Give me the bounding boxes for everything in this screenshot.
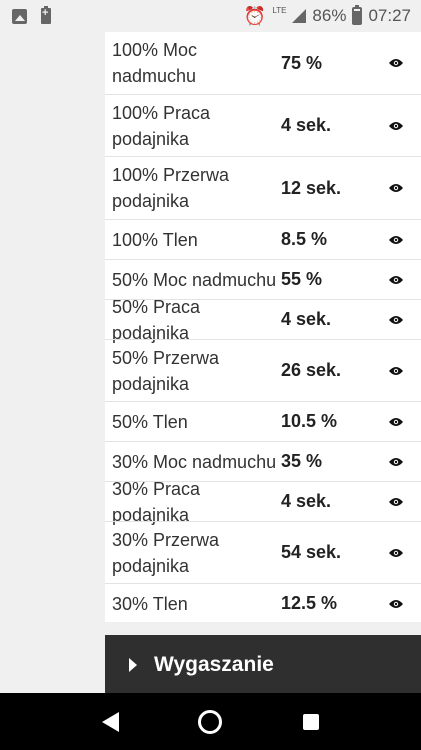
setting-row: 100% Przerwa podajnika 12 sek. [105, 156, 421, 219]
setting-label: 50% Moc nadmuchu [112, 269, 277, 290]
eye-icon[interactable] [389, 417, 403, 427]
alarm-icon: ⏰ [243, 5, 267, 26]
setting-row: 100% Tlen 8.5 % [105, 219, 421, 259]
setting-label: 30% Moc nadmuchu [112, 451, 277, 472]
eye-icon[interactable] [389, 548, 403, 558]
image-icon [12, 8, 27, 24]
setting-row: 30% Przerwa podajnika 54 sek. [105, 521, 421, 583]
settings-card: 100% Moc nadmuchu 75 % 100% Praca podajn… [105, 32, 421, 622]
setting-label: 50% Przerwa podajnika [112, 347, 220, 394]
home-icon [198, 709, 223, 734]
eye-icon[interactable] [389, 366, 403, 376]
setting-value: 55 % [281, 269, 323, 289]
section-title: Wygaszanie [154, 653, 274, 676]
status-bar: ⏰ LTE 86% 07:27 [0, 0, 421, 32]
setting-row: 100% Praca podajnika 4 sek. [105, 94, 421, 156]
eye-icon[interactable] [389, 497, 403, 507]
clock: 07:27 [368, 6, 411, 25]
setting-label: 30% Tlen [112, 593, 188, 614]
recents-icon [302, 713, 319, 730]
setting-label: 50% Tlen [112, 411, 188, 432]
setting-row: 30% Praca podajnika 4 sek. [105, 479, 421, 525]
battery-percent: 86% [312, 6, 347, 25]
setting-label: 100% Moc nadmuchu [112, 40, 198, 86]
setting-row: 30% Tlen 12.5 % [105, 583, 421, 623]
setting-row: 100% Moc nadmuchu 75 % [105, 32, 421, 94]
battery-icon [352, 5, 363, 25]
setting-value: 4 sek. [281, 491, 332, 511]
eye-icon[interactable] [389, 235, 403, 245]
eye-icon[interactable] [389, 315, 403, 325]
setting-value: 10.5 % [281, 411, 338, 431]
setting-label: 30% Przerwa podajnika [112, 529, 220, 576]
eye-icon[interactable] [389, 58, 403, 68]
eye-icon[interactable] [389, 599, 403, 609]
status-left [12, 6, 51, 24]
status-right: ⏰ LTE 86% 07:27 [243, 5, 411, 27]
eye-icon[interactable] [389, 457, 403, 467]
setting-row: 50% Przerwa podajnika 26 sek. [105, 339, 421, 401]
setting-value: 54 sek. [281, 542, 342, 562]
setting-value: 4 sek. [281, 309, 332, 329]
setting-label: 100% Praca podajnika [112, 102, 211, 149]
setting-label: 30% Praca podajnika [112, 478, 201, 525]
network-type: LTE [272, 5, 287, 15]
setting-value: 8.5 % [281, 229, 328, 249]
signal-icon [292, 9, 307, 23]
recents-button[interactable] [291, 702, 331, 742]
setting-value: 35 % [281, 451, 323, 471]
back-button[interactable] [90, 702, 130, 742]
eye-icon[interactable] [389, 183, 403, 193]
setting-row: 50% Tlen 10.5 % [105, 401, 421, 441]
section-header-wygaszanie[interactable]: Wygaszanie [105, 635, 421, 695]
setting-value: 12.5 % [281, 593, 338, 613]
setting-value: 4 sek. [281, 115, 332, 135]
setting-value: 26 sek. [281, 360, 342, 380]
setting-label: 50% Praca podajnika [112, 296, 201, 343]
home-button[interactable] [190, 702, 230, 742]
eye-icon[interactable] [389, 121, 403, 131]
chevron-right-icon [129, 658, 137, 672]
eye-icon[interactable] [389, 275, 403, 285]
setting-label: 100% Tlen [112, 229, 198, 250]
battery-saver-icon [41, 6, 51, 24]
setting-row: 50% Praca podajnika 4 sek. [105, 297, 421, 343]
setting-label: 100% Przerwa podajnika [112, 165, 230, 211]
navigation-bar [0, 693, 421, 750]
setting-value: 75 % [281, 52, 323, 73]
setting-value: 12 sek. [281, 177, 342, 198]
back-icon [101, 711, 119, 732]
